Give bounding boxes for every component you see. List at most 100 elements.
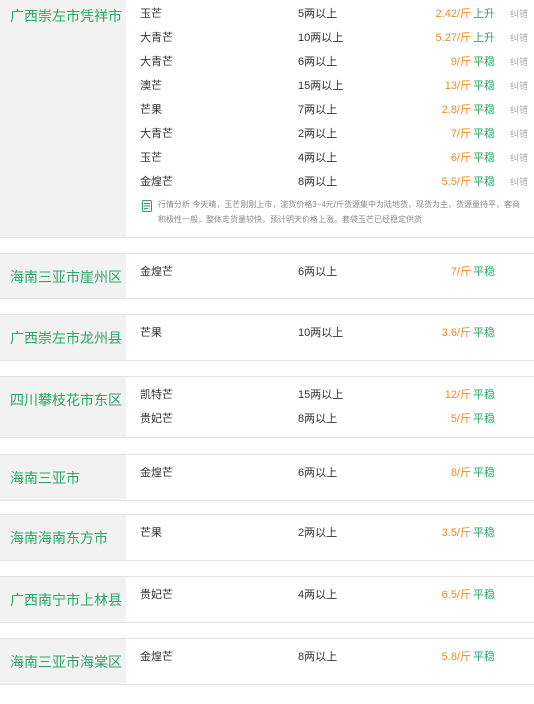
region-name-link[interactable]: 海南三亚市海棠区 bbox=[10, 653, 122, 671]
trend-label: 平稳 bbox=[473, 651, 495, 663]
price-row: 贵妃芒 4两以上 6.5/斤 平稳 bbox=[126, 583, 534, 607]
variety-label: 芒果 bbox=[140, 104, 162, 116]
region-name-link[interactable]: 广西崇左市凭祥市 bbox=[10, 7, 122, 25]
variety-label: 金煌芒 bbox=[140, 467, 173, 479]
variety-label: 芒果 bbox=[140, 327, 162, 339]
variety-label: 金煌芒 bbox=[140, 176, 173, 188]
price-row: 金煌芒 6两以上 8/斤 平稳 bbox=[126, 461, 534, 485]
size-label: 8两以上 bbox=[298, 651, 338, 663]
price-value: 6/斤 bbox=[450, 152, 471, 164]
price-value: 9/斤 bbox=[450, 56, 471, 68]
region-cell: 海南三亚市崖州区 bbox=[0, 254, 126, 298]
size-label: 4两以上 bbox=[298, 589, 338, 601]
region-cell: 海南三亚市海棠区 bbox=[0, 639, 126, 684]
correct-link[interactable]: 纠错 bbox=[510, 152, 528, 165]
price-value: 5.27/斤 bbox=[435, 32, 471, 44]
market-block: 海南三亚市海棠区 金煌芒 8两以上 5.8/斤 平稳 bbox=[0, 638, 534, 685]
region-cell: 海南三亚市 bbox=[0, 455, 126, 500]
correct-link[interactable]: 纠错 bbox=[510, 80, 528, 93]
correct-link[interactable]: 纠错 bbox=[510, 32, 528, 45]
analysis-text: 行情分析 今天晴，玉芒刚刚上市，滥货价格3~4元/斤货源集中为陆地货，现货为主，… bbox=[158, 200, 521, 224]
price-row: 澳芒 15两以上 13/斤 平稳 纠错 bbox=[126, 74, 534, 98]
correct-link[interactable]: 纠错 bbox=[510, 128, 528, 141]
price-value: 6.5/斤 bbox=[441, 589, 471, 601]
market-price-list: 广西崇左市凭祥市 玉芒 5两以上 2.42/斤 上升 纠错 大青芒 10两以上 5.27/斤 上升… bbox=[0, 0, 534, 704]
trend-label: 平稳 bbox=[473, 56, 495, 68]
price-row: 芒果 10两以上 3.6/斤 平稳 bbox=[126, 321, 534, 345]
note-icon bbox=[142, 199, 152, 212]
trend-label: 平稳 bbox=[473, 80, 495, 92]
price-row: 凯特芒 15两以上 12/斤 平稳 bbox=[126, 383, 534, 407]
correct-link[interactable]: 纠错 bbox=[510, 56, 528, 69]
correct-link[interactable]: 纠错 bbox=[510, 176, 528, 189]
price-value: 3.6/斤 bbox=[441, 327, 471, 339]
variety-label: 凯特芒 bbox=[140, 389, 173, 401]
price-row: 金煌芒 8两以上 5.5/斤 平稳 纠错 bbox=[126, 170, 534, 194]
size-label: 4两以上 bbox=[298, 152, 338, 164]
variety-label: 金煌芒 bbox=[140, 266, 173, 278]
region-name-link[interactable]: 海南海南东方市 bbox=[10, 529, 108, 547]
region-cell: 广西南宁市上林县 bbox=[0, 577, 126, 622]
size-label: 6两以上 bbox=[298, 266, 338, 278]
size-label: 10两以上 bbox=[298, 327, 344, 339]
variety-label: 大青芒 bbox=[140, 128, 173, 140]
region-cell: 广西崇左市龙州县 bbox=[0, 315, 126, 360]
size-label: 7两以上 bbox=[298, 104, 338, 116]
trend-label: 平稳 bbox=[473, 104, 495, 116]
trend-label: 平稳 bbox=[473, 128, 495, 140]
region-name-link[interactable]: 海南三亚市崖州区 bbox=[10, 268, 122, 286]
price-value: 2.42/斤 bbox=[435, 8, 471, 20]
correct-link[interactable]: 纠错 bbox=[510, 104, 528, 117]
price-value: 2.8/斤 bbox=[441, 104, 471, 116]
price-value: 12/斤 bbox=[444, 389, 471, 401]
trend-label: 上升 bbox=[473, 32, 495, 44]
size-label: 5两以上 bbox=[298, 8, 338, 20]
price-value: 5.5/斤 bbox=[441, 176, 471, 188]
price-row: 金煌芒 6两以上 7/斤 平稳 bbox=[126, 260, 534, 284]
trend-label: 平稳 bbox=[473, 176, 495, 188]
trend-label: 上升 bbox=[473, 8, 495, 20]
variety-label: 玉芒 bbox=[140, 152, 162, 164]
size-label: 6两以上 bbox=[298, 56, 338, 68]
market-block: 海南海南东方市 芒果 2两以上 3.5/斤 平稳 bbox=[0, 514, 534, 561]
region-cell: 广西崇左市凭祥市 bbox=[0, 0, 126, 237]
region-name-link[interactable]: 四川攀枝花市东区 bbox=[10, 391, 122, 409]
price-row: 大青芒 2两以上 7/斤 平稳 纠错 bbox=[126, 122, 534, 146]
region-name-link[interactable]: 广西崇左市龙州县 bbox=[10, 329, 122, 347]
price-value: 13/斤 bbox=[444, 80, 471, 92]
price-value: 7/斤 bbox=[450, 128, 471, 140]
market-block: 广西崇左市凭祥市 玉芒 5两以上 2.42/斤 上升 纠错 大青芒 10两以上 5.27/斤 上升… bbox=[0, 0, 534, 238]
price-row: 芒果 2两以上 3.5/斤 平稳 bbox=[126, 521, 534, 545]
trend-label: 平稳 bbox=[473, 152, 495, 164]
market-block: 四川攀枝花市东区 凯特芒 15两以上 12/斤 平稳贵妃芒 8两以上 5/斤 平稳 bbox=[0, 376, 534, 438]
size-label: 15两以上 bbox=[298, 80, 344, 92]
price-row: 玉芒 5两以上 2.42/斤 上升 纠错 bbox=[126, 2, 534, 26]
variety-label: 贵妃芒 bbox=[140, 589, 173, 601]
variety-label: 澳芒 bbox=[140, 80, 162, 92]
size-label: 8两以上 bbox=[298, 176, 338, 188]
size-label: 8两以上 bbox=[298, 413, 338, 425]
price-row: 金煌芒 8两以上 5.8/斤 平稳 bbox=[126, 645, 534, 669]
trend-label: 平稳 bbox=[473, 527, 495, 539]
correct-link[interactable]: 纠错 bbox=[510, 8, 528, 21]
market-block: 海南三亚市崖州区 金煌芒 6两以上 7/斤 平稳 bbox=[0, 253, 534, 299]
region-cell: 海南海南东方市 bbox=[0, 515, 126, 560]
trend-label: 平稳 bbox=[473, 589, 495, 601]
price-row: 大青芒 6两以上 9/斤 平稳 纠错 bbox=[126, 50, 534, 74]
price-row: 芒果 7两以上 2.8/斤 平稳 纠错 bbox=[126, 98, 534, 122]
trend-label: 平稳 bbox=[473, 413, 495, 425]
size-label: 2两以上 bbox=[298, 527, 338, 539]
market-block: 广西崇左市龙州县 芒果 10两以上 3.6/斤 平稳 bbox=[0, 314, 534, 361]
price-value: 5.8/斤 bbox=[441, 651, 471, 663]
region-name-link[interactable]: 海南三亚市 bbox=[10, 469, 80, 487]
price-row: 贵妃芒 8两以上 5/斤 平稳 bbox=[126, 407, 534, 431]
price-value: 5/斤 bbox=[450, 413, 471, 425]
price-value: 8/斤 bbox=[450, 467, 471, 479]
trend-label: 平稳 bbox=[473, 467, 495, 479]
variety-label: 玉芒 bbox=[140, 8, 162, 20]
region-name-link[interactable]: 广西南宁市上林县 bbox=[10, 591, 122, 609]
size-label: 2两以上 bbox=[298, 128, 338, 140]
region-cell: 四川攀枝花市东区 bbox=[0, 377, 126, 437]
variety-label: 贵妃芒 bbox=[140, 413, 173, 425]
variety-label: 金煌芒 bbox=[140, 651, 173, 663]
